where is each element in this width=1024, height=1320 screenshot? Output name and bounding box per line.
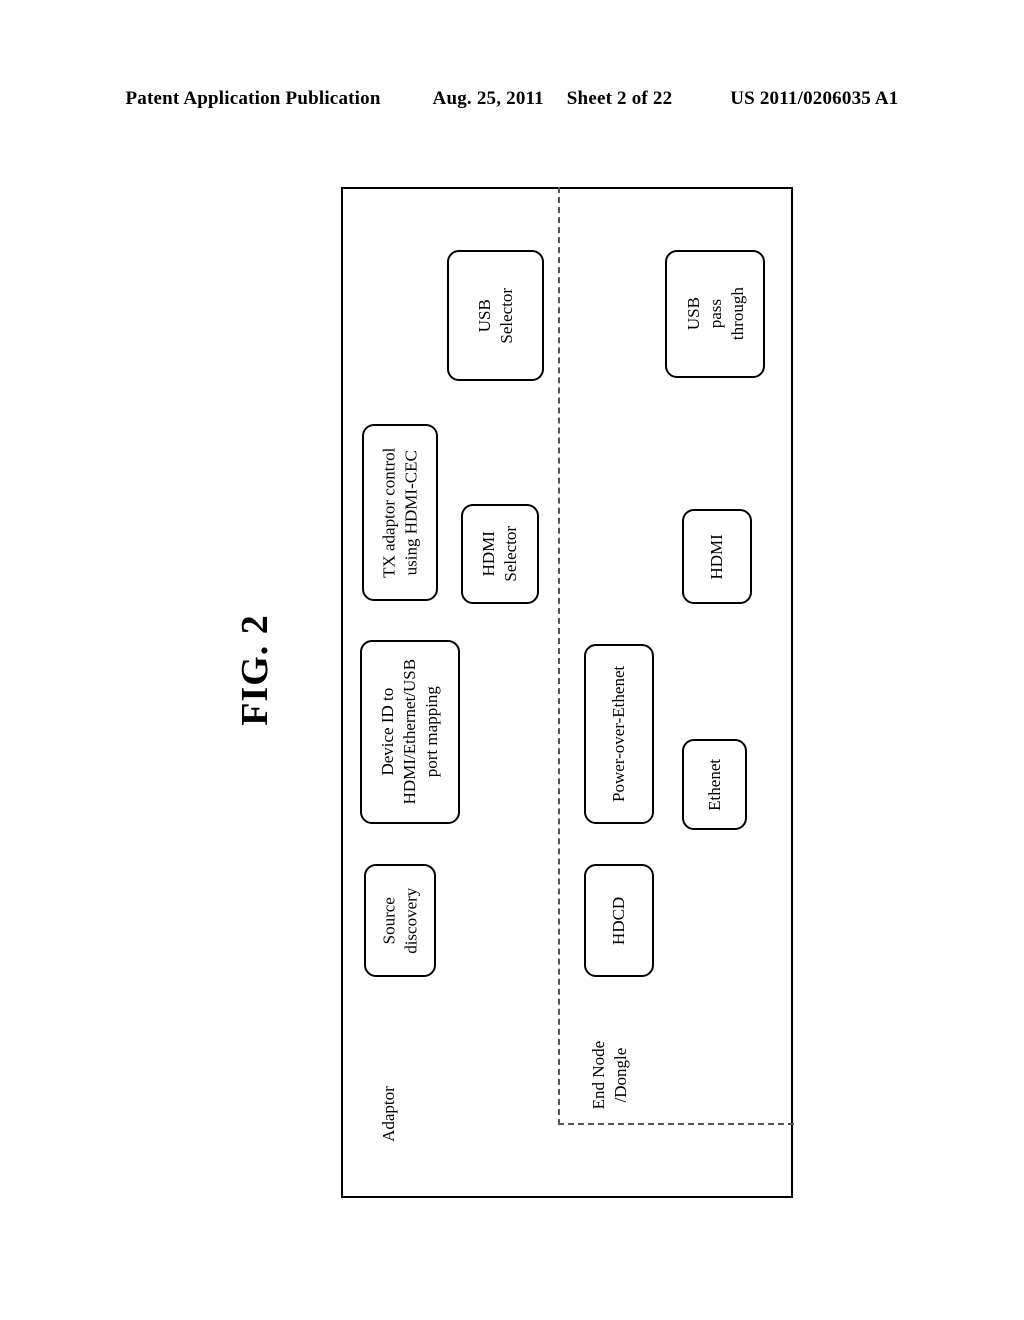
block-usb-pass-through: USB pass through (665, 250, 765, 378)
block-usb-selector-label: USB Selector (474, 287, 516, 344)
block-tx-adaptor-control: TX adaptor control using HDMI-CEC (362, 424, 438, 601)
page-header: Patent Application Publication Aug. 25, … (0, 88, 1024, 110)
block-source-discovery-label: Source discovery (379, 887, 420, 954)
end-node-region-caption: End Node /Dongle (568, 1000, 652, 1150)
block-power-over-ethenet: Power-over-Ethenet (584, 644, 654, 824)
block-hdcd: HDCD (584, 864, 654, 977)
block-tx-adaptor-control-label: TX adaptor control using HDMI-CEC (379, 447, 421, 578)
header-sheet-text: Sheet 2 of 22 (566, 88, 673, 109)
block-ethenet: Ethenet (682, 739, 747, 830)
block-hdcd-label: HDCD (609, 896, 629, 945)
block-device-id-mapping-label: Device ID to HDMI/Ethernet/USB port mapp… (378, 659, 441, 805)
block-usb-selector: USB Selector (447, 250, 544, 381)
header-date-text: Aug. 25, 2011 (432, 88, 544, 109)
block-device-id-mapping: Device ID to HDMI/Ethernet/USB port mapp… (360, 640, 460, 824)
figure-label: FIG. 2 (175, 600, 335, 740)
block-usb-pass-through-label: USB pass through (683, 287, 746, 341)
figure-label-text: FIG. 2 (234, 614, 276, 726)
block-hdmi-selector: HDMI Selector (461, 504, 539, 604)
adaptor-region-caption: Adaptor (352, 1044, 426, 1184)
header-publication-number: US 2011/0206035 A1 (730, 88, 899, 109)
header-publication-text: Patent Application Publication (125, 88, 381, 109)
block-hdmi-label: HDMI (707, 533, 727, 580)
block-hdmi-selector-label: HDMI Selector (479, 526, 520, 582)
block-source-discovery: Source discovery (364, 864, 436, 977)
block-ethenet-label: Ethenet (704, 758, 724, 811)
block-hdmi: HDMI (682, 509, 752, 604)
end-node-region-caption-text: End Node /Dongle (588, 1040, 630, 1110)
adaptor-region-caption-text: Adaptor (378, 1086, 398, 1142)
block-power-over-ethenet-label: Power-over-Ethenet (609, 665, 629, 803)
